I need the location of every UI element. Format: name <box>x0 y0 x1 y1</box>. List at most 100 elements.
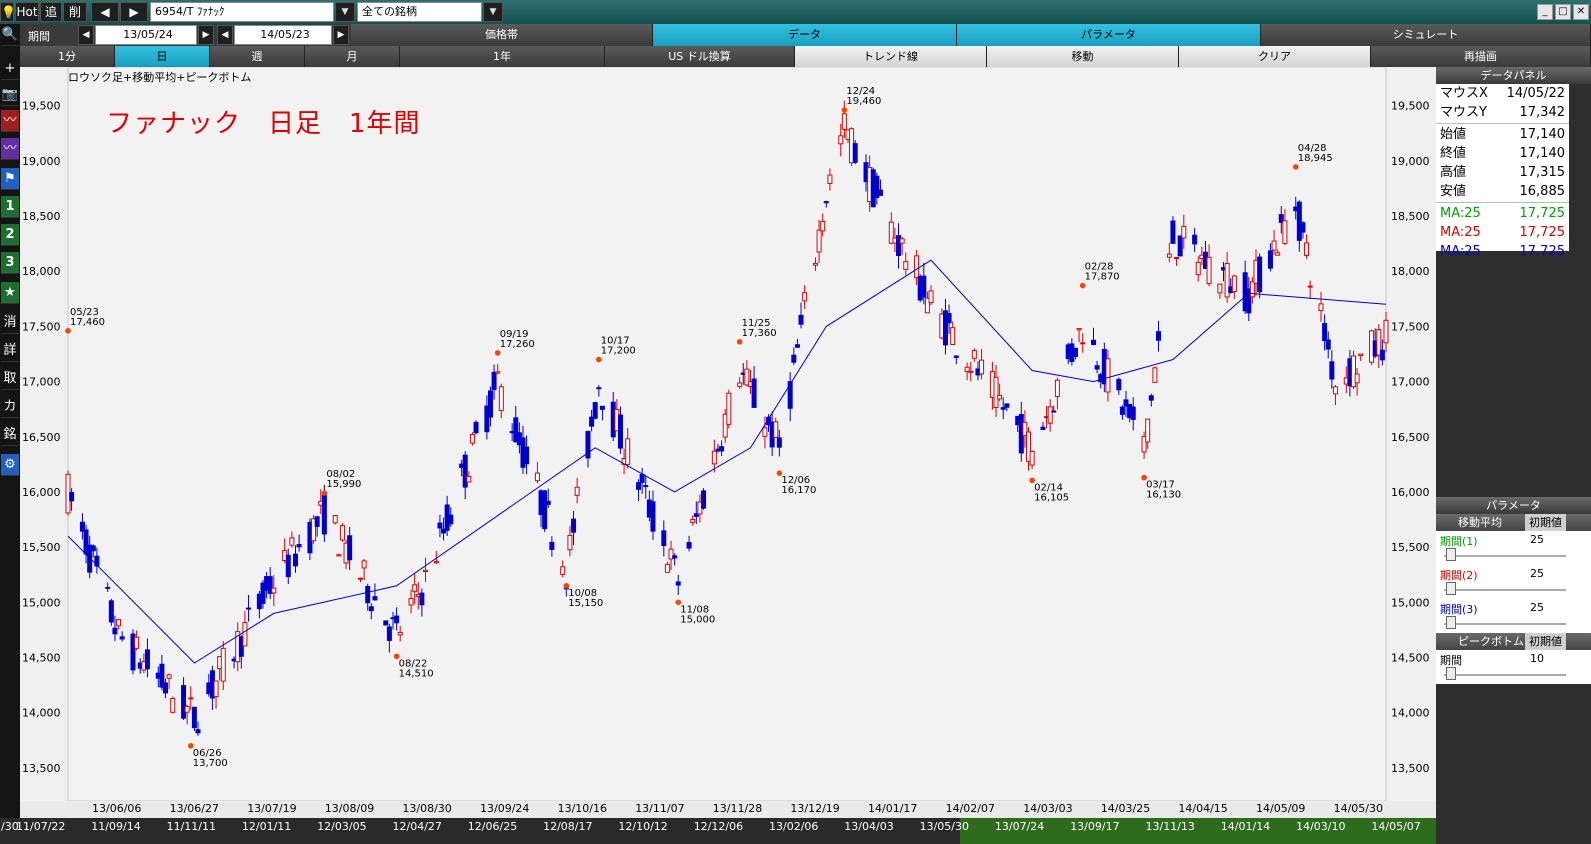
y-tick-label-left: 17,500 <box>22 320 61 333</box>
tab-simulate[interactable]: シミュレート <box>1261 24 1591 46</box>
next-arrow-icon[interactable]: ▶ <box>333 25 349 45</box>
candle-body <box>661 530 667 547</box>
move-button[interactable]: 移動 <box>987 46 1179 67</box>
clear-button[interactable]: クリア <box>1179 46 1371 67</box>
candle-body <box>823 201 829 204</box>
candle-body <box>1072 347 1078 357</box>
chevron-down-icon[interactable]: ▼ <box>483 2 503 22</box>
chart-area[interactable]: 13,500 13,500 14,000 14,000 14,500 14,500 15,0… <box>20 67 1436 801</box>
peak-value-label: 13,700 <box>193 758 228 769</box>
candle-body <box>1130 406 1136 420</box>
timeline-scroller[interactable]: 5/3011/07/2211/09/1411/11/1112/01/1112/0… <box>0 818 1436 844</box>
hot-button[interactable]: Hot <box>15 2 39 22</box>
period-from-field[interactable]: 13/05/24 <box>95 25 197 45</box>
timeline-label: 12/01/11 <box>241 820 292 833</box>
period-row: 期間 ◀ 13/05/24 ▶ ~ ◀ 14/05/23 ▶ 価格帯 データ パ… <box>20 24 1591 46</box>
candle-body <box>542 490 548 530</box>
delete-button[interactable]: 削 <box>63 2 87 22</box>
ma-period-value[interactable]: 25 <box>1530 567 1544 580</box>
tab-parameters[interactable]: パラメータ <box>957 24 1261 46</box>
candle-body <box>491 371 497 390</box>
peak-period-value[interactable]: 10 <box>1530 652 1544 665</box>
redraw-button[interactable]: 再描画 <box>1371 46 1591 67</box>
peak-value-label: 15,990 <box>326 479 361 490</box>
search-icon[interactable]: 🔍 <box>1 24 19 46</box>
candle-body <box>246 607 252 610</box>
chart-red-icon[interactable]: 〰 <box>1 110 19 132</box>
maximize-button[interactable]: □ <box>1555 4 1571 20</box>
range-row: 1分 日 週 月 1年 US ドル換算 トレンド線 移動 クリア 再描画 <box>20 46 1591 67</box>
trade-button[interactable]: 取 <box>1 368 19 390</box>
y-tick-label-right: 15,000 <box>1391 596 1430 609</box>
ma-init-button[interactable]: 初期値 <box>1525 514 1566 531</box>
tab-1year[interactable]: 1年 <box>400 46 605 67</box>
left-toolbar: 🔍 + 📷 〰 〰 ⚑ 1 2 3 ★ 消 詳 取 カ 銘 ⚙ <box>0 24 20 844</box>
symbol-field[interactable]: 6954/T ﾌｧﾅｯｸ <box>150 2 334 22</box>
candle-body <box>1148 395 1154 401</box>
star-icon[interactable]: ★ <box>1 282 19 304</box>
camera-icon[interactable]: 📷 <box>1 84 19 106</box>
candle-body <box>134 636 140 649</box>
candle-body <box>361 560 367 569</box>
slider-handle[interactable] <box>1446 582 1456 595</box>
peak-value-label: 17,360 <box>742 328 777 339</box>
tab-1min[interactable]: 1分 <box>20 46 115 67</box>
tab-day[interactable]: 日 <box>115 46 210 67</box>
candle-body <box>336 554 342 557</box>
window-controls: _ □ ✕ <box>1535 3 1589 20</box>
period-label: 期間 <box>28 30 50 43</box>
next-arrow-icon[interactable]: ▶ <box>120 2 148 22</box>
flag-icon[interactable]: ⚑ <box>1 168 19 190</box>
candle-body <box>368 606 374 612</box>
tab-data[interactable]: データ <box>653 24 957 46</box>
peak-value-label: 16,170 <box>781 485 816 496</box>
candle-body <box>599 405 605 410</box>
prev-arrow-icon[interactable]: ◀ <box>91 2 119 22</box>
tab-month[interactable]: 月 <box>305 46 400 67</box>
ma-period-label: 期間(3) <box>1440 603 1478 616</box>
universe-select[interactable]: 全ての銘柄 <box>357 2 482 22</box>
y-tick-label-left: 14,500 <box>22 652 61 665</box>
candle-body <box>567 534 573 551</box>
candle-body <box>220 647 226 682</box>
detail-button[interactable]: 詳 <box>1 340 19 362</box>
stock-button[interactable]: 銘 <box>1 424 19 446</box>
slider-handle[interactable] <box>1446 548 1456 561</box>
prev-arrow-icon[interactable]: ◀ <box>78 25 94 45</box>
peak-init-button[interactable]: 初期値 <box>1525 633 1566 650</box>
date-tick-label: 13/06/06 <box>92 802 142 815</box>
lightbulb-icon[interactable]: 💡 <box>0 2 16 22</box>
data-row-label: マウスX <box>1440 86 1488 101</box>
layout-1-button[interactable]: 1 <box>1 196 19 218</box>
data-panel: マウスX 14/05/22 マウスY 17,342 始値 17,140 終値 17,140 高値… <box>1436 84 1569 259</box>
layout-3-button[interactable]: 3 <box>1 252 19 274</box>
usd-convert-button[interactable]: US ドル換算 <box>605 46 795 67</box>
layout-2-button[interactable]: 2 <box>1 224 19 246</box>
close-button[interactable]: ✕ <box>1573 4 1589 20</box>
trendline-button[interactable]: トレンド線 <box>795 46 987 67</box>
chevron-down-icon[interactable]: ▼ <box>335 2 355 22</box>
candle-body <box>838 135 844 145</box>
peak-marker <box>596 356 602 363</box>
ma-period-value[interactable]: 25 <box>1530 533 1544 546</box>
candle-body <box>1318 303 1324 312</box>
plus-icon[interactable]: + <box>1 58 19 80</box>
calendar-button[interactable]: カ <box>1 396 19 418</box>
candle-body <box>643 485 649 488</box>
chart-purple-icon[interactable]: 〰 <box>1 138 19 160</box>
gear-icon[interactable]: ⚙ <box>1 454 19 476</box>
minimize-button[interactable]: _ <box>1537 4 1553 20</box>
period-to-field[interactable]: 14/05/23 <box>234 25 332 45</box>
tab-week[interactable]: 週 <box>210 46 305 67</box>
slider-handle[interactable] <box>1446 616 1456 629</box>
tab-price-band[interactable]: 価格帯 <box>351 24 653 46</box>
peak-value-label: 15,150 <box>568 598 603 609</box>
prev-arrow-icon[interactable]: ◀ <box>217 25 233 45</box>
ma-period-value[interactable]: 25 <box>1530 601 1544 614</box>
candlestick-chart[interactable]: 13,500 13,500 14,000 14,000 14,500 14,500 15,0… <box>20 67 1436 801</box>
slider-handle[interactable] <box>1446 667 1456 680</box>
next-arrow-icon[interactable]: ▶ <box>198 25 214 45</box>
candle-body <box>339 525 345 541</box>
add-button[interactable]: 追 <box>40 2 62 22</box>
delete-side-button[interactable]: 消 <box>1 312 19 334</box>
